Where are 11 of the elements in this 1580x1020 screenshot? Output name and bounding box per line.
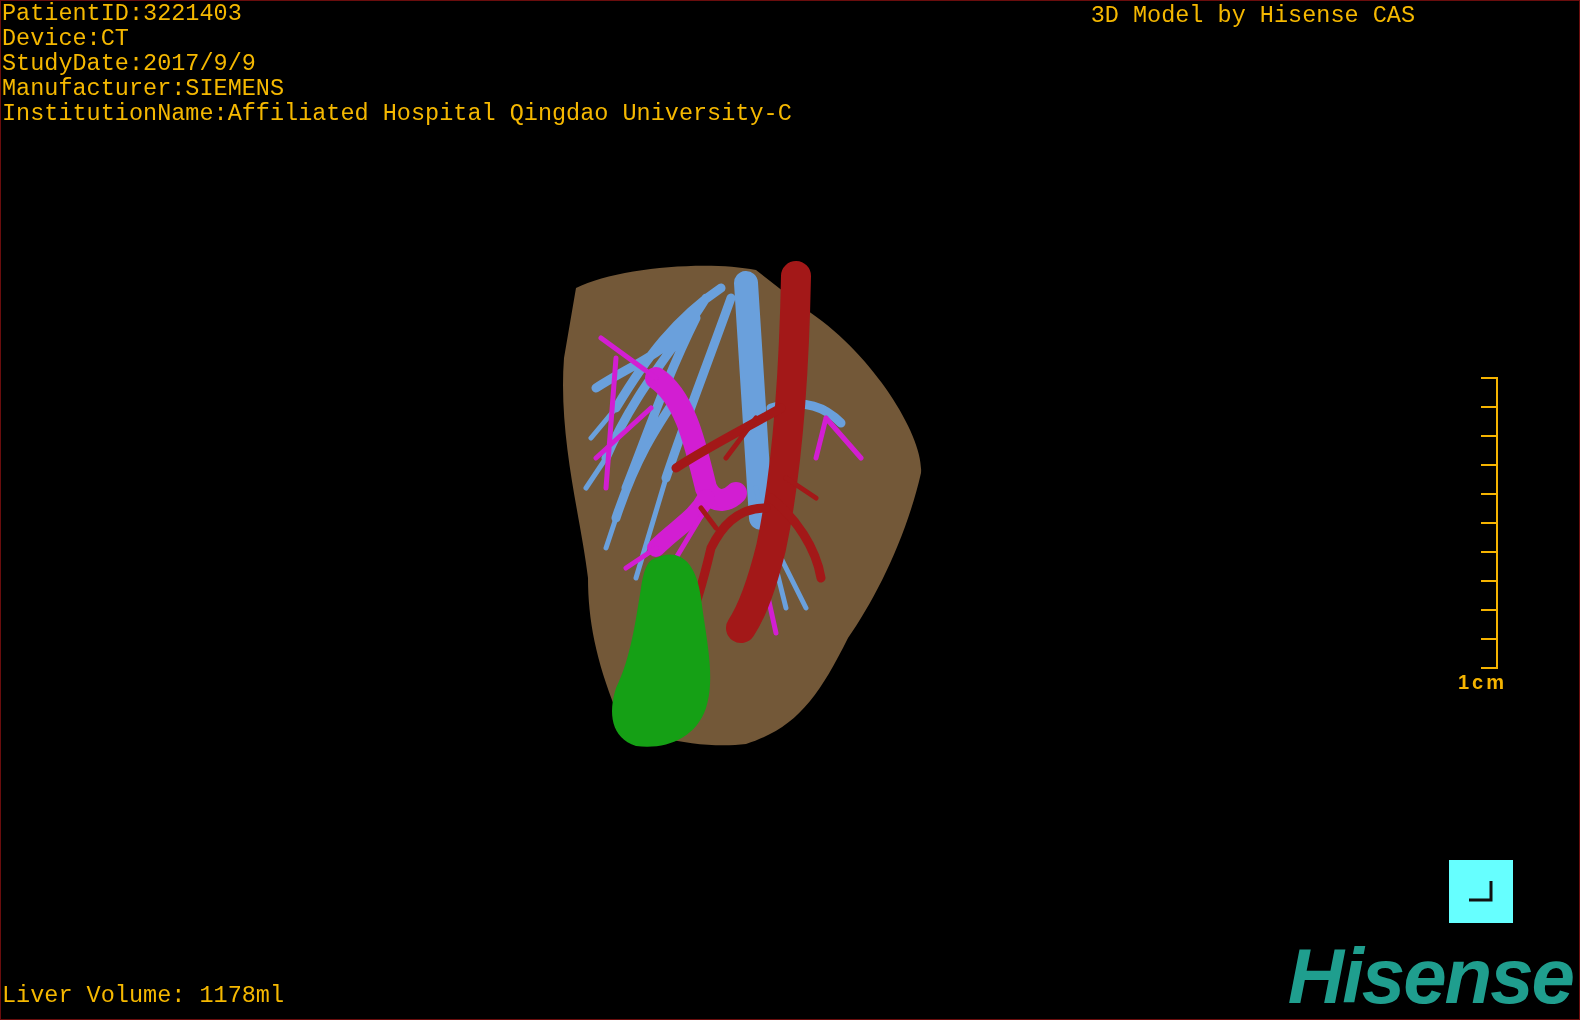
brand-logo: Hisense: [1287, 943, 1573, 1009]
patient-info-line: Manufacturer:SIEMENS: [2, 76, 286, 101]
patient-info-line: Device:CT: [2, 26, 130, 51]
patient-info-line: PatientID:3221403: [2, 1, 243, 26]
scale-label: 1cm: [1457, 671, 1507, 694]
liver-volume: Liver Volume: 1178ml: [1, 982, 286, 1011]
patient-info-line: StudyDate:2017/9/9: [2, 51, 257, 76]
patient-info-line: InstitutionName:Affiliated Hospital Qingdao University-C: [2, 101, 793, 126]
corner-toggle-button[interactable]: [1449, 860, 1513, 923]
corner-icon: [1469, 880, 1493, 903]
model-title: 3D Model by Hisense CAS: [1090, 1, 1415, 31]
